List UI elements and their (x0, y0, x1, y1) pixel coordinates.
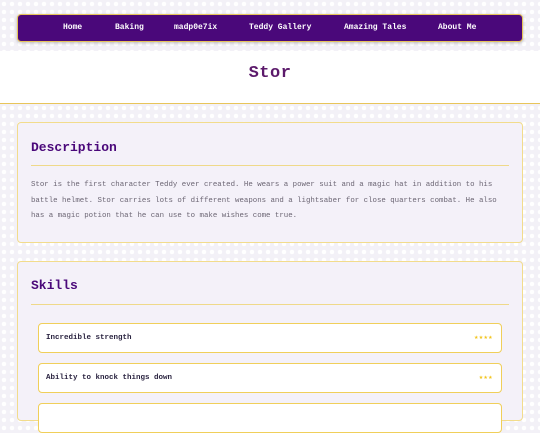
skill-rating-stars: ★★★ (478, 374, 493, 382)
skill-label: Ability to knock things down (46, 374, 173, 382)
skills-heading: Skills (31, 278, 78, 293)
skills-divider (31, 304, 509, 305)
nav-link-about-me[interactable]: About Me (438, 15, 476, 41)
nav-link-home[interactable]: Home (63, 15, 82, 41)
nav-link-baking[interactable]: Baking (115, 15, 144, 41)
skill-item[interactable]: Ability to knock things down ★★★ (38, 363, 502, 393)
skill-item[interactable]: Incredible strength ★★★★ (38, 323, 502, 353)
skill-item[interactable] (38, 403, 502, 433)
title-banner: Stor (0, 51, 540, 104)
skill-label: Incredible strength (46, 334, 132, 342)
page-title: Stor (248, 64, 292, 83)
description-text: Stor is the first character Teddy ever c… (31, 181, 497, 220)
description-heading: Description (31, 140, 117, 155)
description-card: Description Stor is the first character … (17, 122, 523, 243)
description-divider (31, 165, 509, 166)
nav-link-madp0e7ix[interactable]: madp0e7ix (174, 15, 217, 41)
main-navbar: Home Baking madp0e7ix Teddy Gallery Amaz… (17, 14, 523, 42)
nav-link-amazing-tales[interactable]: Amazing Tales (344, 15, 406, 41)
skills-card: Skills Incredible strength ★★★★ Ability … (17, 261, 523, 433)
nav-link-teddy-gallery[interactable]: Teddy Gallery (249, 15, 311, 41)
skill-rating-stars: ★★★★ (474, 334, 493, 342)
